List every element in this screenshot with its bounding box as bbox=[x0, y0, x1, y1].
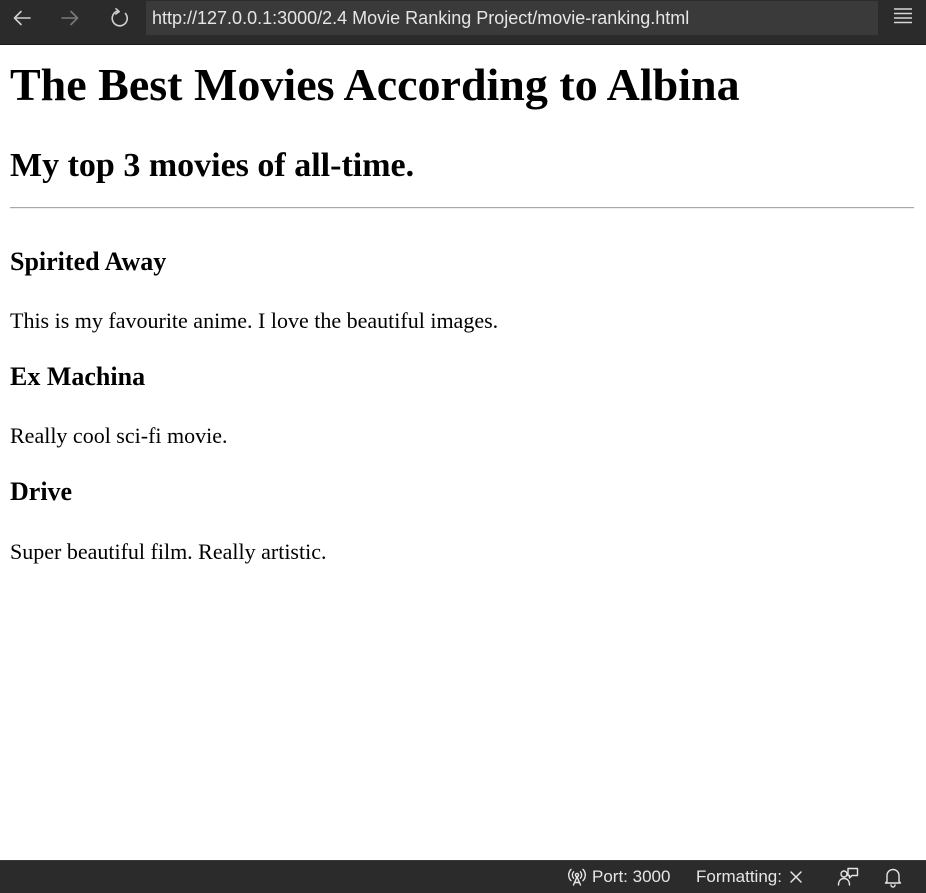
reload-button[interactable] bbox=[106, 4, 134, 32]
menu-button[interactable] bbox=[892, 6, 914, 28]
forward-button[interactable] bbox=[56, 4, 84, 32]
feedback-button[interactable] bbox=[837, 861, 859, 893]
notifications-button[interactable] bbox=[882, 861, 904, 893]
page-content: The Best Movies According to Albina My t… bbox=[0, 45, 926, 860]
port-label: Port: 3000 bbox=[592, 867, 671, 886]
close-icon bbox=[789, 870, 803, 884]
arrow-right-icon bbox=[61, 10, 79, 26]
back-button[interactable] bbox=[8, 4, 36, 32]
arrow-left-icon bbox=[13, 10, 31, 26]
browser-toolbar: http://127.0.0.1:3000/2.4 Movie Ranking … bbox=[0, 0, 926, 45]
feedback-icon bbox=[837, 867, 859, 886]
hamburger-menu-icon bbox=[894, 8, 912, 24]
movie-title: Ex Machina bbox=[10, 362, 146, 391]
url-text: http://127.0.0.1:3000/2.4 Movie Ranking … bbox=[152, 7, 690, 28]
page-title: The Best Movies According to Albina bbox=[10, 59, 740, 110]
movie-title: Spirited Away bbox=[10, 247, 167, 276]
page-subtitle: My top 3 movies of all-time. bbox=[10, 147, 415, 184]
movie-title: Drive bbox=[10, 477, 73, 506]
reload-icon bbox=[111, 8, 128, 27]
bell-icon bbox=[884, 868, 902, 888]
browser-window: http://127.0.0.1:3000/2.4 Movie Ranking … bbox=[0, 0, 926, 893]
broadcast-icon bbox=[568, 868, 586, 886]
address-bar[interactable]: http://127.0.0.1:3000/2.4 Movie Ranking … bbox=[146, 1, 878, 35]
movie-description: Super beautiful film. Really artistic. bbox=[10, 539, 327, 564]
status-bar: Port: 3000 Formatting: bbox=[0, 860, 926, 893]
movie-description: This is my favourite anime. I love the b… bbox=[10, 308, 499, 333]
formatting-status[interactable]: Formatting: bbox=[696, 861, 803, 893]
movie-description: Really cool sci-fi movie. bbox=[10, 423, 228, 448]
divider bbox=[10, 207, 914, 209]
formatting-label: Formatting: bbox=[696, 867, 782, 886]
port-status[interactable]: Port: 3000 bbox=[567, 861, 670, 893]
